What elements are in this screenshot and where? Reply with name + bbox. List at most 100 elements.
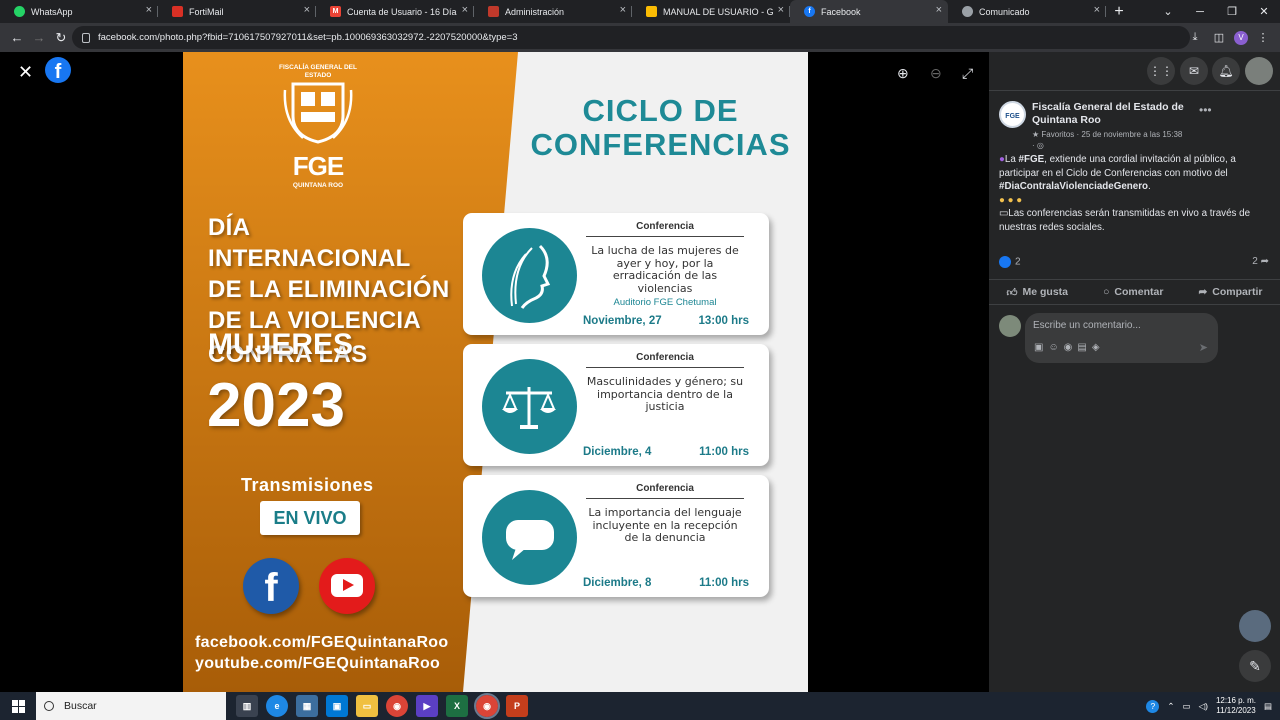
tab-search-icon[interactable]: ⌄ bbox=[1152, 0, 1184, 23]
back-icon[interactable]: ← bbox=[6, 30, 28, 45]
share-button[interactable]: ➦ Compartir bbox=[1198, 286, 1262, 298]
messenger-icon[interactable]: ✉ bbox=[1180, 57, 1208, 85]
comment-button[interactable]: ○ Comentar bbox=[1103, 286, 1163, 298]
close-tab-icon[interactable]: × bbox=[936, 4, 942, 16]
tab-whatsapp[interactable]: WhatsApp × bbox=[0, 0, 158, 23]
facebook-logo-icon[interactable]: f bbox=[45, 57, 71, 83]
post-actions: 👍︎ Me gusta ○ Comentar ➦ Compartir bbox=[989, 279, 1280, 305]
close-tab-icon[interactable]: × bbox=[1094, 4, 1100, 16]
chat-contact-avatar[interactable] bbox=[1239, 610, 1271, 642]
task-view-icon[interactable]: ▥ bbox=[236, 695, 258, 717]
comment-input[interactable]: Escribe un comentario... bbox=[1033, 320, 1141, 331]
send-icon[interactable]: ➤ bbox=[1199, 341, 1208, 354]
ciclo-heading: CICLO DE CONFERENCIAS bbox=[530, 93, 791, 162]
like-button[interactable]: 👍︎ Me gusta bbox=[1007, 286, 1069, 299]
gmail-icon: M bbox=[330, 6, 341, 17]
close-icon[interactable]: ✕ bbox=[18, 62, 33, 83]
fge-seal: FISCALÍA GENERAL DEL ESTADO FGE QUINTANA… bbox=[278, 64, 357, 189]
star-icon: ★ bbox=[1032, 130, 1040, 139]
menu-icon[interactable]: ⋮ bbox=[1254, 31, 1272, 44]
poster-year: 2023 bbox=[207, 371, 345, 440]
address-bar[interactable]: facebook.com/photo.php?fbid=710617507927… bbox=[72, 26, 1190, 49]
browser-chrome: WhatsApp × FortiMail × M Cuenta de Usuario … bbox=[0, 0, 1280, 52]
network-icon[interactable]: ▭ bbox=[1183, 701, 1191, 712]
close-tab-icon[interactable]: × bbox=[778, 4, 784, 16]
reload-icon[interactable]: ↻ bbox=[50, 30, 72, 46]
facebook-circle-icon: f bbox=[243, 558, 299, 614]
chrome-active-icon[interactable]: ◉ bbox=[474, 693, 500, 719]
like-reaction-icon[interactable] bbox=[999, 256, 1011, 268]
share-arrow-icon: ➦ bbox=[1260, 256, 1269, 267]
app-icon[interactable]: ▶ bbox=[416, 695, 438, 717]
notifications-icon[interactable]: 🔔︎ bbox=[1212, 57, 1240, 85]
tab-comunicado[interactable]: Comunicado × bbox=[948, 0, 1106, 23]
download-icon[interactable]: ⤓ bbox=[1186, 31, 1204, 44]
window-close-icon[interactable]: ✕ bbox=[1248, 0, 1280, 23]
post-text: ●La #FGE, extiende una cordial invitació… bbox=[999, 154, 1251, 233]
sidebar-header: ⋮⋮ ✉ 🔔︎ bbox=[989, 52, 1280, 90]
comment-tools-icons[interactable]: ▣☺◉▤◈ bbox=[1034, 342, 1105, 353]
page-avatar[interactable]: FGE bbox=[999, 101, 1026, 128]
comment-box[interactable]: Escribe un comentario... ▣☺◉▤◈ ➤ bbox=[1025, 313, 1218, 363]
toolbar: ← → ↻ facebook.com/photo.php?fbid=710617… bbox=[0, 23, 1280, 52]
menu-grid-icon[interactable]: ⋮⋮ bbox=[1147, 57, 1175, 85]
outlook-icon[interactable]: ▣ bbox=[326, 695, 348, 717]
conference-card: Conferencia Masculinidades y género; su … bbox=[463, 344, 769, 466]
whatsapp-icon bbox=[14, 6, 25, 17]
volume-icon[interactable]: ◁) bbox=[1199, 701, 1208, 712]
social-links: facebook.com/FGEQuintanaRoo youtube.com/… bbox=[195, 634, 449, 672]
tab-administracion[interactable]: Administración × bbox=[474, 0, 632, 23]
post-meta: ★ Favoritos · 25 de noviembre a las 15:3… bbox=[1032, 130, 1183, 150]
new-tab-button[interactable]: + bbox=[1106, 0, 1132, 23]
tab-gmail[interactable]: MCuenta de Usuario - 16 Días de× bbox=[316, 0, 474, 23]
poster-image: FISCALÍA GENERAL DEL ESTADO FGE QUINTANA… bbox=[183, 52, 808, 692]
fullscreen-icon[interactable]: ⤢ bbox=[962, 65, 973, 82]
zoom-in-icon[interactable]: ⊕ bbox=[897, 65, 909, 82]
comment-icon: ○ bbox=[1103, 286, 1110, 298]
minimize-icon[interactable]: ─ bbox=[1184, 0, 1216, 23]
en-vivo-badge: EN VIVO bbox=[260, 501, 360, 535]
emoji-icons: ● ● ● bbox=[999, 194, 1023, 206]
toolbar-icons: ⤓ ◫ V ⋮ bbox=[1186, 26, 1272, 49]
chrome-icon[interactable]: ◉ bbox=[386, 695, 408, 717]
calculator-icon[interactable]: ▦ bbox=[296, 695, 318, 717]
share-icon: ➦ bbox=[1198, 286, 1208, 298]
forward-icon[interactable]: → bbox=[28, 30, 50, 45]
tab-manual[interactable]: MANUAL DE USUARIO - Google× bbox=[632, 0, 790, 23]
extensions-icon[interactable]: ◫ bbox=[1210, 31, 1228, 44]
tv-icon: ▭ bbox=[999, 208, 1009, 219]
powerpoint-icon[interactable]: P bbox=[506, 695, 528, 717]
profile-icon[interactable]: V bbox=[1234, 30, 1248, 45]
reactions-row: 2 2 ➦ bbox=[999, 256, 1269, 272]
taskbar-search[interactable]: Buscar bbox=[36, 692, 226, 720]
globe-icon bbox=[962, 6, 973, 17]
shield-icon bbox=[283, 82, 353, 144]
scales-icon bbox=[482, 359, 577, 454]
notification-center-icon[interactable]: ▤ bbox=[1264, 701, 1272, 712]
tab-facebook[interactable]: f Facebook × bbox=[790, 0, 948, 23]
zoom-out-icon[interactable]: ⊖ bbox=[930, 65, 942, 82]
post: FGE Fiscalía General del Estado de Quint… bbox=[989, 90, 1280, 363]
thumbs-up-icon: 👍︎ bbox=[1006, 286, 1018, 299]
post-sidebar: ⋮⋮ ✉ 🔔︎ FGE Fiscalía General del Estado … bbox=[989, 52, 1280, 692]
close-tab-icon[interactable]: × bbox=[146, 4, 152, 16]
user-avatar[interactable] bbox=[999, 315, 1021, 337]
restore-icon[interactable]: ❐ bbox=[1216, 0, 1248, 23]
account-avatar[interactable] bbox=[1245, 57, 1273, 85]
windows-start-icon[interactable] bbox=[0, 699, 36, 713]
facebook-icon: f bbox=[804, 6, 815, 17]
close-tab-icon[interactable]: × bbox=[462, 4, 468, 16]
clock[interactable]: 12:16 p. m. 11/12/2023 bbox=[1216, 696, 1256, 716]
chevron-up-icon[interactable]: ⌃ bbox=[1167, 701, 1174, 712]
more-options-icon[interactable]: ••• bbox=[1199, 103, 1212, 117]
edge-icon[interactable]: e bbox=[266, 695, 288, 717]
help-icon[interactable]: ? bbox=[1146, 699, 1160, 713]
close-tab-icon[interactable]: × bbox=[620, 4, 626, 16]
excel-icon[interactable]: X bbox=[446, 695, 468, 717]
tab-fortimail[interactable]: FortiMail × bbox=[158, 0, 316, 23]
lock-icon bbox=[82, 32, 90, 43]
tab-strip: WhatsApp × FortiMail × M Cuenta de Usuario … bbox=[0, 0, 1280, 23]
new-message-icon[interactable]: ✎ bbox=[1239, 650, 1271, 682]
file-explorer-icon[interactable]: ▭ bbox=[356, 695, 378, 717]
close-tab-icon[interactable]: × bbox=[304, 4, 310, 16]
